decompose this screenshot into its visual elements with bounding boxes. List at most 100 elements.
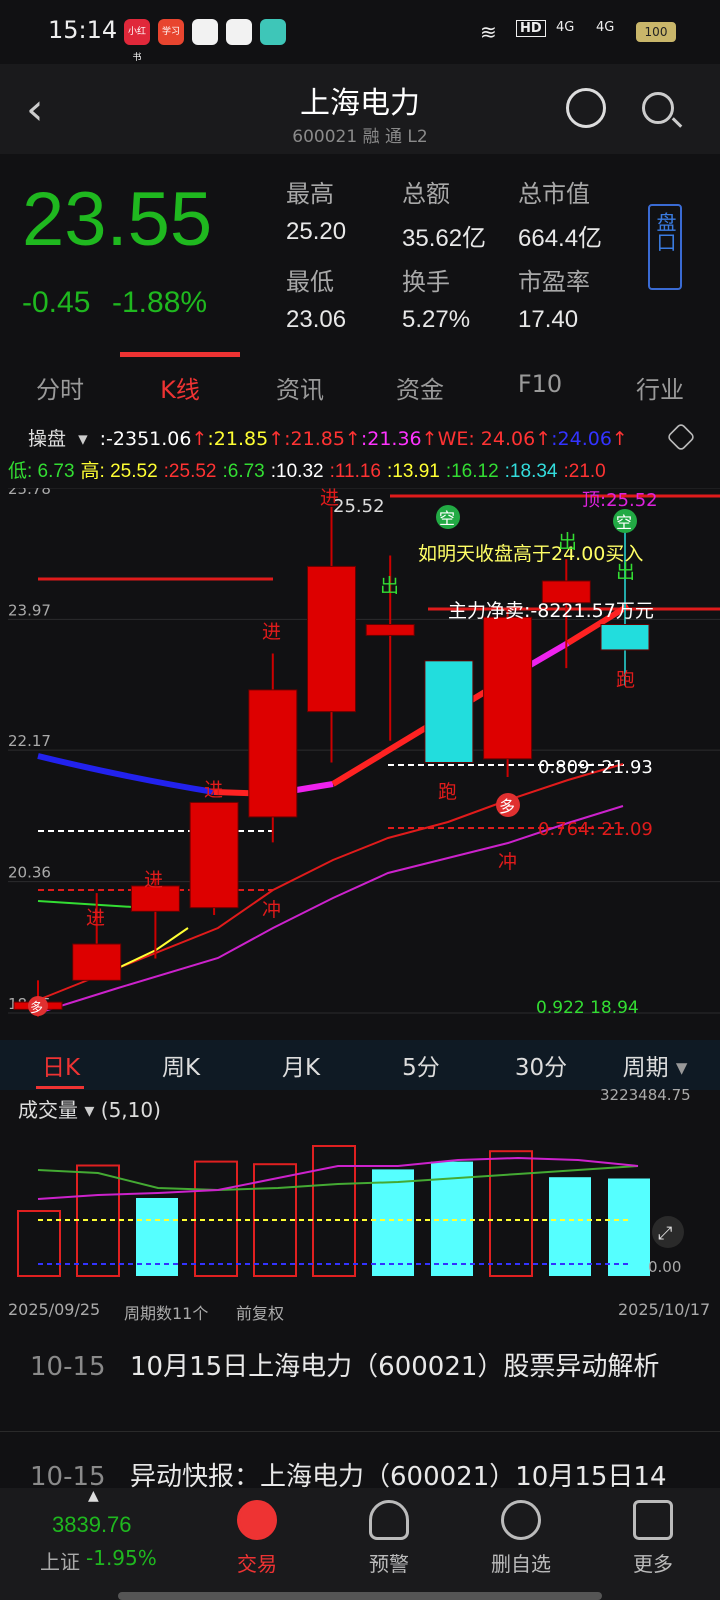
- volume-period-count: 周期数11个: [124, 1304, 209, 1323]
- grid-icon: [633, 1500, 673, 1540]
- tab-fenshi[interactable]: 分时: [10, 370, 110, 405]
- news-item[interactable]: 10-15 10月15日上海电力（600021）股票异动解析: [0, 1322, 720, 1432]
- candle-body: [72, 943, 122, 981]
- signal-label: 出: [616, 561, 635, 583]
- app-icon: [192, 19, 218, 45]
- indicator-value: :21.36: [360, 428, 422, 450]
- volume-bar: [489, 1150, 533, 1278]
- period-tab-month[interactable]: 月K: [246, 1048, 356, 1082]
- field-label: 最高: [286, 180, 334, 208]
- signal-icon: 4G: [596, 20, 615, 35]
- period-tab-30min[interactable]: 30分: [486, 1048, 596, 1082]
- y-tick-label: 23.97: [8, 601, 51, 619]
- indicator-row-2: 低: 6.73 高: 25.52:25.52:6.73:10.32:11.16:1…: [8, 456, 720, 484]
- period-tab-day[interactable]: 日K: [6, 1048, 116, 1082]
- price-change: -0.45: [22, 286, 91, 319]
- tab-kline[interactable]: K线: [130, 370, 230, 405]
- indicator-value: ↑: [421, 428, 438, 450]
- wifi-icon: ≋: [480, 20, 497, 44]
- top-label: 顶:25.52: [582, 490, 658, 511]
- signal-label: 多: [499, 797, 515, 816]
- field-label: 市盈率: [518, 268, 590, 296]
- field-value: 25.20: [286, 218, 347, 245]
- high-label: 25.52: [333, 496, 385, 517]
- chevron-down-icon[interactable]: ▾: [78, 428, 88, 450]
- nav-label: 更多: [633, 1552, 673, 1576]
- indicator-value: :13.91: [387, 461, 440, 482]
- index-value[interactable]: 3839.76: [52, 1512, 132, 1538]
- nav-label: 删自选: [491, 1552, 551, 1576]
- nav-remove-watch[interactable]: 删自选: [466, 1500, 576, 1577]
- nav-trade[interactable]: 交易: [202, 1500, 312, 1577]
- minus-circle-icon: [501, 1500, 541, 1540]
- period-tab-5min[interactable]: 5分: [366, 1048, 476, 1082]
- indicator-values: :-2351.06↑:21.85↑:21.85↑:21.36↑WE: 24.06…: [100, 428, 628, 450]
- mascot-icon[interactable]: [566, 88, 606, 128]
- news-date: 10-15: [30, 1352, 106, 1382]
- signal-label: 出: [558, 531, 577, 553]
- indicator-value: 低: 6.73: [8, 461, 75, 482]
- signal-label: 出: [380, 575, 399, 597]
- indicator-value: ↑: [535, 428, 552, 450]
- field-label: 换手: [402, 268, 450, 296]
- signal-label: 空: [439, 509, 455, 528]
- period-tab-week[interactable]: 周K: [126, 1048, 236, 1082]
- volume-end-date: 2025/10/17: [618, 1300, 711, 1319]
- field-value: 35.62亿: [402, 225, 487, 252]
- indicator-name[interactable]: 操盘: [28, 428, 66, 450]
- signal-label: 空: [616, 513, 632, 532]
- price-change-pct: -1.88%: [112, 286, 208, 319]
- home-indicator: [118, 1592, 602, 1600]
- pankou-button[interactable]: 盘口: [648, 204, 682, 290]
- signal-label: 进: [144, 869, 163, 891]
- chevron-up-icon[interactable]: ▲: [88, 1488, 99, 1504]
- volume-min: 0.00: [648, 1258, 681, 1276]
- search-icon[interactable]: [642, 92, 674, 124]
- active-tab-indicator: [120, 352, 240, 357]
- signal-label: 进: [320, 488, 339, 509]
- indicator-value: :24.06: [551, 428, 612, 450]
- news-item[interactable]: 10-15 异动快报：上海电力（600021）10月15日14: [0, 1432, 720, 1492]
- battery-icon: 100: [636, 22, 676, 42]
- active-period-indicator: [36, 1086, 84, 1089]
- indicator-value: :-2351.06: [99, 428, 192, 450]
- kline-chart[interactable]: 25.7823.9722.1720.3618.55 25.52 顶:25.52 …: [8, 488, 720, 1038]
- tab-industry[interactable]: 行业: [610, 370, 710, 405]
- indicator-value: :16.12: [445, 461, 499, 482]
- nav-label: 交易: [237, 1552, 277, 1576]
- app-icon: [226, 19, 252, 45]
- hd-icon: HD: [516, 20, 546, 37]
- indicator-value: ↑: [611, 428, 628, 450]
- indicator-value: :25.52: [163, 461, 217, 482]
- candle-body: [189, 801, 239, 909]
- indicator-value: :21.85: [284, 428, 345, 450]
- hint-label: 如明天收盘高于24.00买入: [418, 543, 643, 565]
- nav-alert[interactable]: 预警: [334, 1500, 444, 1577]
- candle-body: [600, 624, 650, 651]
- nav-more[interactable]: 更多: [598, 1500, 708, 1577]
- signal-label: 冲: [498, 851, 517, 873]
- y-tick-label: 22.17: [8, 732, 51, 750]
- tab-news[interactable]: 资讯: [250, 370, 350, 405]
- signal-label: 进: [204, 779, 223, 801]
- main-flow-label: 主力净卖:-8221.57万元: [448, 600, 654, 622]
- field-label: 最低: [286, 268, 334, 296]
- signal-label: 多: [30, 1000, 43, 1016]
- page-title: 上海电力: [300, 86, 420, 121]
- signal-label: 进: [262, 621, 281, 643]
- tab-f10[interactable]: F10: [490, 370, 590, 398]
- volume-bars: [17, 1145, 650, 1278]
- xiaohongshu-icon: 小红书: [124, 19, 150, 63]
- period-tab-custom[interactable]: 周期 ▾: [600, 1048, 710, 1082]
- period-tab-label: 周期: [622, 1055, 669, 1081]
- volume-bar: [194, 1160, 238, 1277]
- tab-funds[interactable]: 资金: [370, 370, 470, 405]
- bottom-label: 0.922 18.94: [536, 998, 639, 1018]
- volume-bar: [372, 1169, 414, 1276]
- candle-body: [483, 616, 533, 760]
- candle-body: [365, 624, 415, 636]
- level-label: 0.764: 21.09: [538, 819, 653, 840]
- signal-label: 跑: [438, 781, 457, 803]
- signal-label: 冲: [262, 899, 281, 921]
- index-name: 上证: [40, 1550, 80, 1574]
